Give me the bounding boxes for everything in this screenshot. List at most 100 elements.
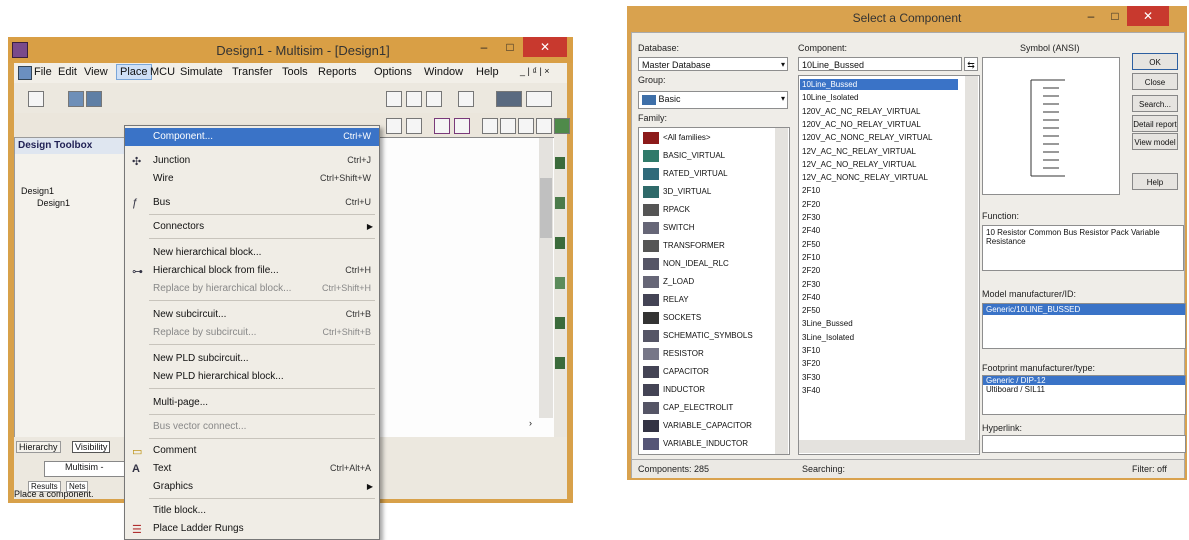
- help-button[interactable]: Help: [1132, 173, 1178, 190]
- scroll-thumb[interactable]: [540, 178, 552, 238]
- title-bar[interactable]: Select a Component – □ ✕: [627, 6, 1187, 30]
- tab-hierarchy[interactable]: Hierarchy: [16, 441, 61, 453]
- family-item[interactable]: SOCKETS: [641, 310, 771, 326]
- menu-options[interactable]: Options: [374, 66, 412, 78]
- close-dialog-button[interactable]: Close: [1132, 73, 1178, 90]
- component-item[interactable]: 3F30: [802, 372, 820, 383]
- title-bar[interactable]: Design1 - Multisim - [Design1] – □ ✕: [8, 37, 573, 63]
- minimize-button[interactable]: –: [471, 37, 497, 57]
- component-item[interactable]: 12V_AC_NO_RELAY_VIRTUAL: [802, 159, 916, 170]
- place-junction-item[interactable]: ✣ Junction Ctrl+J: [125, 152, 379, 170]
- menu-help[interactable]: Help: [476, 66, 499, 78]
- family-item[interactable]: RATED_VIRTUAL: [641, 166, 771, 182]
- family-item[interactable]: NON_IDEAL_RLC: [641, 256, 771, 272]
- layout-icon[interactable]: [434, 118, 450, 134]
- maximize-button[interactable]: □: [1103, 6, 1127, 26]
- component-item[interactable]: 120V_AC_NONC_RELAY_VIRTUAL: [802, 132, 932, 143]
- component-item[interactable]: 12V_AC_NONC_RELAY_VIRTUAL: [802, 172, 928, 183]
- tree-root[interactable]: Design1: [21, 186, 54, 196]
- gear-icon[interactable]: [406, 118, 422, 134]
- hyperlink-field[interactable]: [982, 435, 1186, 453]
- component-item[interactable]: 2F20: [802, 199, 820, 210]
- family-list[interactable]: <All families> BASIC_VIRTUAL RATED_VIRTUAL…: [638, 127, 790, 455]
- minimize-button[interactable]: –: [1079, 6, 1103, 26]
- component-item[interactable]: 2F50: [802, 239, 820, 250]
- group-select[interactable]: Basic ▾: [638, 91, 788, 109]
- instrument-icon[interactable]: [426, 91, 442, 107]
- component-item[interactable]: 10Line_Bussed: [800, 79, 958, 90]
- menu-place[interactable]: Place: [116, 64, 152, 80]
- place-new-pld-hier-item[interactable]: New PLD hierarchical block...: [125, 368, 379, 386]
- menu-file[interactable]: File: [34, 66, 52, 78]
- sim-run-icon[interactable]: [496, 91, 522, 107]
- component-item[interactable]: 2F30: [802, 279, 820, 290]
- save-icon[interactable]: [86, 91, 102, 107]
- component-item[interactable]: 2F50: [802, 305, 820, 316]
- menu-mcu[interactable]: MCU: [150, 66, 175, 78]
- close-button[interactable]: ✕: [523, 37, 567, 57]
- component-item[interactable]: 3F40: [802, 385, 820, 396]
- multimeter-icon[interactable]: [555, 157, 565, 169]
- component-input[interactable]: 10Line_Bussed: [798, 57, 962, 71]
- component-item[interactable]: 2F40: [802, 225, 820, 236]
- grid-icon[interactable]: [386, 118, 402, 134]
- oscilloscope-icon[interactable]: [555, 237, 565, 249]
- place-wire-item[interactable]: Wire Ctrl+Shift+W: [125, 170, 379, 188]
- family-item[interactable]: RELAY: [641, 292, 771, 308]
- family-item[interactable]: <All families>: [641, 130, 771, 146]
- wire-tool-icon[interactable]: [386, 91, 402, 107]
- component-item[interactable]: 10Line_Isolated: [802, 92, 859, 103]
- generator-icon[interactable]: [555, 197, 565, 209]
- tree-child[interactable]: Design1: [37, 198, 70, 208]
- analyzer-icon[interactable]: [555, 317, 565, 329]
- maximize-button[interactable]: □: [497, 37, 523, 57]
- model-manufacturer-list[interactable]: Generic/10LINE_BUSSED: [982, 303, 1186, 349]
- place-bus-item[interactable]: ƒ Bus Ctrl+U: [125, 194, 379, 212]
- footprint-list[interactable]: Generic / DIP-12 Ultiboard / SIL11: [982, 375, 1186, 415]
- place-connectors-item[interactable]: Connectors ▶: [125, 218, 379, 236]
- menu-transfer[interactable]: Transfer: [232, 66, 273, 78]
- family-item[interactable]: SCHEMATIC_SYMBOLS: [641, 328, 771, 344]
- family-item[interactable]: Z_LOAD: [641, 274, 771, 290]
- component-item[interactable]: 120V_AC_NO_RELAY_VIRTUAL: [802, 119, 921, 130]
- open-icon[interactable]: [68, 91, 84, 107]
- component-item[interactable]: 2F20: [802, 265, 820, 276]
- component-item[interactable]: 2F10: [802, 185, 820, 196]
- search-button[interactable]: Search...: [1132, 95, 1178, 112]
- model-manufacturer-item[interactable]: Generic/10LINE_BUSSED: [983, 304, 1185, 315]
- ok-button[interactable]: OK: [1132, 53, 1178, 70]
- family-scrollbar[interactable]: [775, 128, 788, 454]
- component-item[interactable]: 3Line_Bussed: [802, 318, 853, 329]
- component-list[interactable]: 10Line_Bussed 10Line_Isolated 120V_AC_NC_R…: [798, 75, 980, 455]
- detail-report-button[interactable]: Detail report: [1132, 115, 1178, 132]
- family-item[interactable]: CAP_ELECTROLIT: [641, 400, 771, 416]
- zoom-out-icon[interactable]: [500, 118, 516, 134]
- place-new-pld-subcircuit-item[interactable]: New PLD subcircuit...: [125, 350, 379, 368]
- menu-view[interactable]: View: [84, 66, 108, 78]
- footprint-item[interactable]: Ultiboard / SIL11: [983, 385, 1185, 394]
- view-model-button[interactable]: View model: [1132, 133, 1178, 150]
- menu-simulate[interactable]: Simulate: [180, 66, 223, 78]
- family-item[interactable]: CAPACITOR: [641, 364, 771, 380]
- menu-reports[interactable]: Reports: [318, 66, 357, 78]
- place-hier-from-file-item[interactable]: ⊶ Hierarchical block from file... Ctrl+H: [125, 262, 379, 280]
- probe-tool-icon[interactable]: [555, 357, 565, 369]
- sim-pause-icon[interactable]: [526, 91, 552, 107]
- component-item[interactable]: 2F30: [802, 212, 820, 223]
- place-graphics-item[interactable]: Graphics ▶: [125, 478, 379, 496]
- place-new-hier-block-item[interactable]: New hierarchical block...: [125, 244, 379, 262]
- family-item[interactable]: VARIABLE_CAPACITOR: [641, 418, 771, 434]
- place-multipage-item[interactable]: Multi-page...: [125, 394, 379, 412]
- family-item[interactable]: RESISTOR: [641, 346, 771, 362]
- component-hscrollbar[interactable]: [799, 440, 979, 453]
- component-item[interactable]: 120V_AC_NC_RELAY_VIRTUAL: [802, 106, 920, 117]
- zoom-in-icon[interactable]: [482, 118, 498, 134]
- component-item[interactable]: 2F10: [802, 252, 820, 263]
- family-item[interactable]: TRANSFORMER: [641, 238, 771, 254]
- tab-visibility[interactable]: Visibility: [72, 441, 111, 453]
- footprint-item[interactable]: Generic / DIP-12: [983, 376, 1185, 385]
- menu-window[interactable]: Window: [424, 66, 463, 78]
- database-select[interactable]: Master Database ▾: [638, 57, 788, 71]
- place-new-subcircuit-item[interactable]: New subcircuit... Ctrl+B: [125, 306, 379, 324]
- family-item[interactable]: SWITCH: [641, 220, 771, 236]
